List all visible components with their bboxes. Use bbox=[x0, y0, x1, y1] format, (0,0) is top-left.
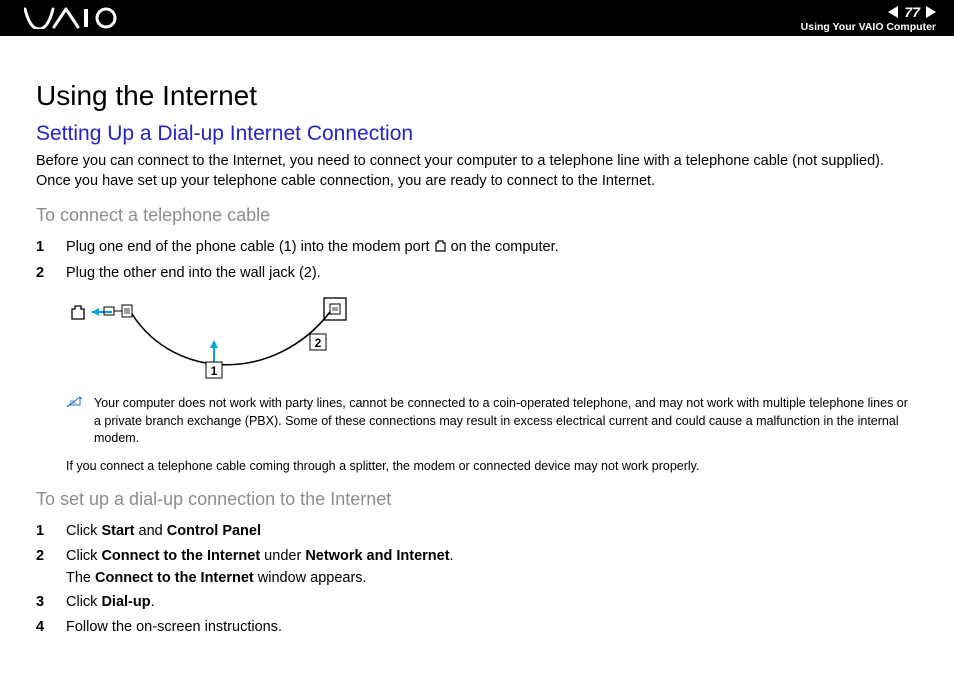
step-row: 3 Click Dial-up. bbox=[36, 591, 918, 613]
procedure-a-title: To connect a telephone cable bbox=[36, 205, 918, 226]
page-content: Using the Internet Setting Up a Dial-up … bbox=[0, 36, 954, 670]
note-block: Your computer does not work with party l… bbox=[66, 395, 918, 448]
procedure-b-steps: 1 Click Start and Control Panel 2 Click … bbox=[36, 520, 918, 638]
step-row: 4 Follow the on-screen instructions. bbox=[36, 616, 918, 638]
subsection-title: Setting Up a Dial-up Internet Connection bbox=[36, 122, 918, 146]
step-number: 2 bbox=[36, 545, 50, 590]
step-row: 1 Click Start and Control Panel bbox=[36, 520, 918, 542]
vaio-logo bbox=[24, 7, 134, 29]
step-text: Plug one end of the phone cable (1) into… bbox=[66, 236, 918, 259]
procedure-b-title: To set up a dial-up connection to the In… bbox=[36, 489, 918, 510]
step-row: 2 Plug the other end into the wall jack … bbox=[36, 262, 918, 284]
modem-port-icon bbox=[434, 237, 447, 259]
step-text: Click Start and Control Panel bbox=[66, 520, 918, 542]
note-icon bbox=[66, 395, 84, 448]
step-text: Follow the on-screen instructions. bbox=[66, 616, 918, 638]
header-nav: 77 Using Your VAIO Computer bbox=[801, 4, 936, 33]
diagram-label-2: 2 bbox=[315, 336, 322, 350]
procedure-a-steps: 1 Plug one end of the phone cable (1) in… bbox=[36, 236, 918, 284]
intro-paragraph: Before you can connect to the Internet, … bbox=[36, 152, 918, 191]
page-title: Using the Internet bbox=[36, 80, 918, 112]
step-row: 1 Plug one end of the phone cable (1) in… bbox=[36, 236, 918, 259]
cable-diagram: 1 2 bbox=[66, 292, 918, 387]
note-text: Your computer does not work with party l… bbox=[94, 395, 918, 448]
section-label: Using Your VAIO Computer bbox=[801, 21, 936, 33]
prev-page-icon[interactable] bbox=[888, 6, 898, 18]
step-number: 1 bbox=[36, 520, 50, 542]
step-text: Click Dial-up. bbox=[66, 591, 918, 613]
step-number: 3 bbox=[36, 591, 50, 613]
header-bar: 77 Using Your VAIO Computer bbox=[0, 0, 954, 36]
diagram-label-1: 1 bbox=[211, 364, 218, 378]
next-page-icon[interactable] bbox=[926, 6, 936, 18]
page-number: 77 bbox=[904, 4, 920, 20]
step-text: Plug the other end into the wall jack (2… bbox=[66, 262, 918, 284]
step-row: 2 Click Connect to the Internet under Ne… bbox=[36, 545, 918, 590]
step-number: 4 bbox=[36, 616, 50, 638]
step-number: 2 bbox=[36, 262, 50, 284]
step-number: 1 bbox=[36, 236, 50, 259]
note-text-2: If you connect a telephone cable coming … bbox=[66, 458, 918, 476]
step-text: Click Connect to the Internet under Netw… bbox=[66, 545, 918, 590]
